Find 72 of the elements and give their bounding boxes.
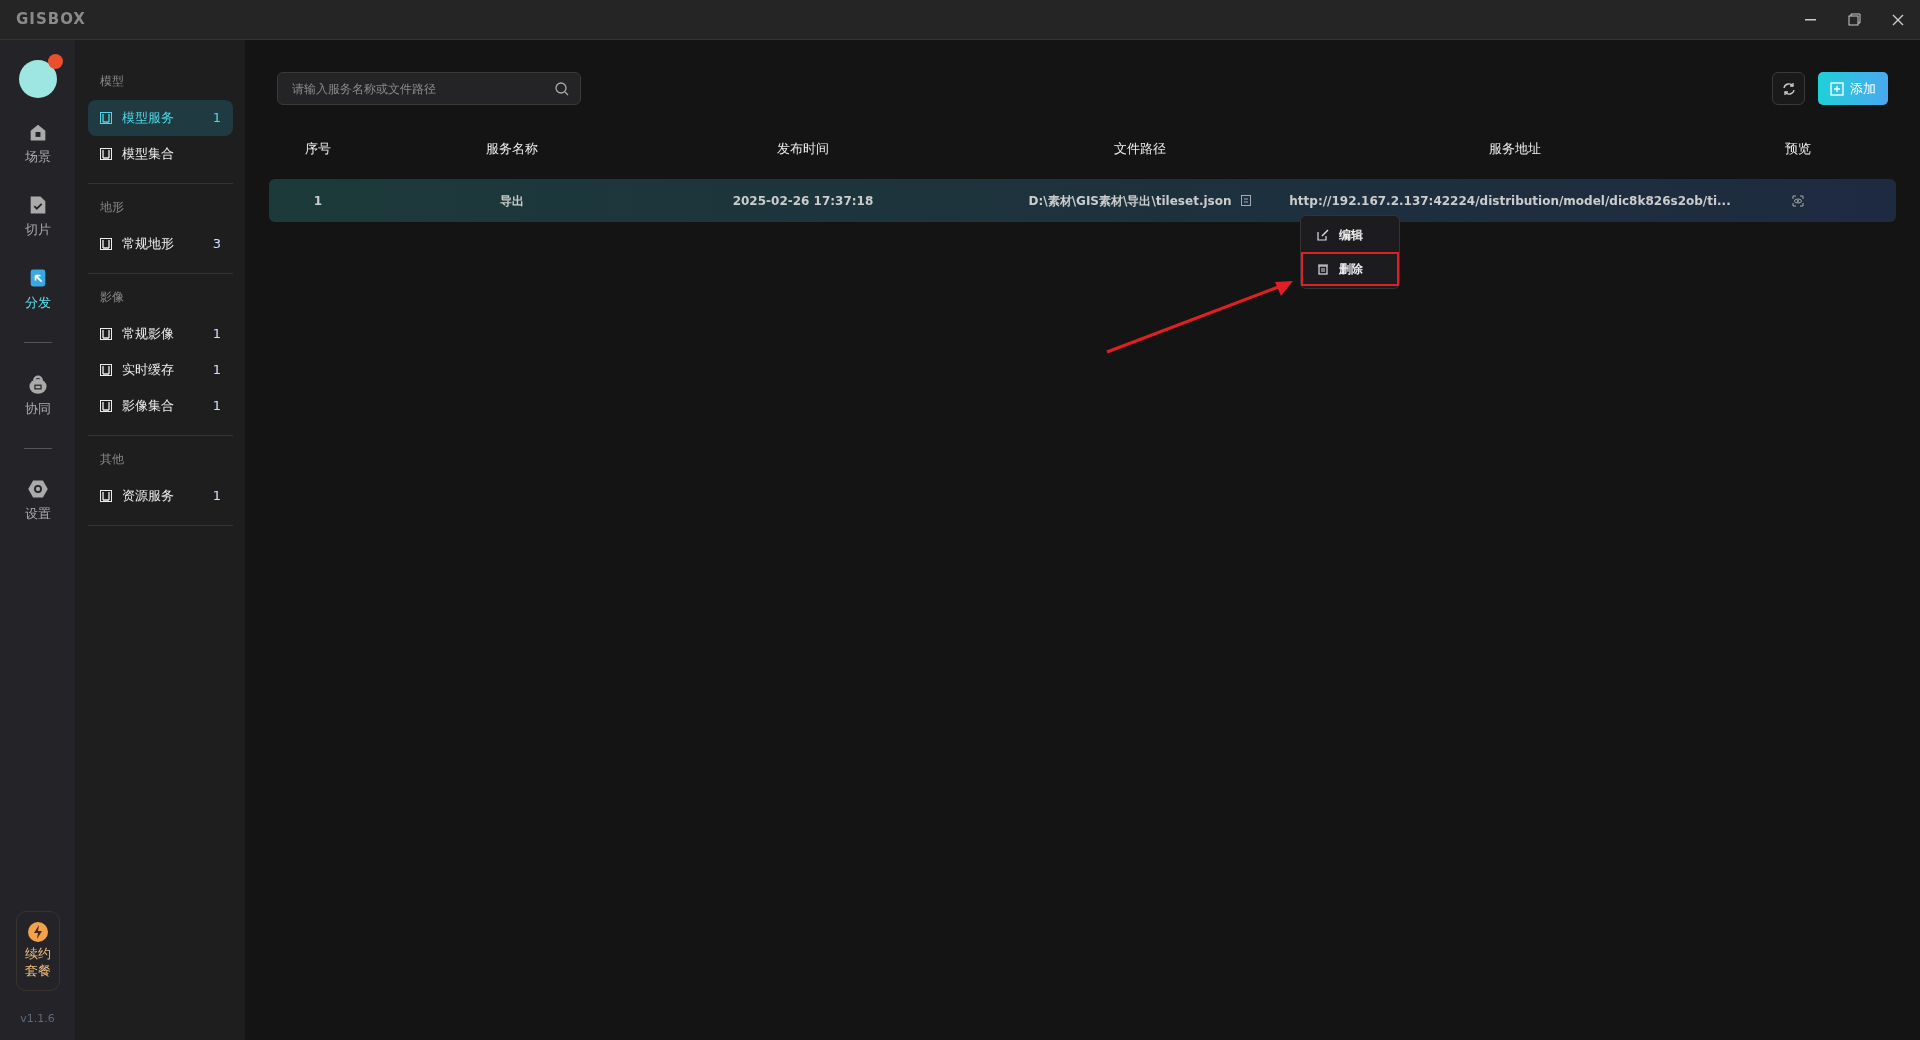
layer-icon <box>100 364 112 376</box>
renew-package-button[interactable]: 续约 套餐 <box>15 910 60 991</box>
sidebar-item[interactable]: 影像集合 1 <box>88 388 233 424</box>
layer-icon <box>100 328 112 340</box>
sidebar-item[interactable]: 模型集合 <box>88 136 233 172</box>
sidebar-item[interactable]: 实时缓存 1 <box>88 352 233 388</box>
trash-icon <box>1317 263 1329 275</box>
item-count: 1 <box>212 325 221 344</box>
item-count: 3 <box>212 235 221 254</box>
table-cell-text: D:\素材\GIS素材\导出\tileset.json <box>1028 192 1232 210</box>
layer-icon <box>100 112 112 124</box>
sidebar-item[interactable]: 模型服务 1 <box>88 100 233 136</box>
sidebar-item[interactable]: 资源服务 1 <box>88 478 233 514</box>
item-label: 实时缓存 <box>122 361 174 380</box>
rail-tab[interactable]: 设置 <box>24 474 51 528</box>
refresh-button[interactable] <box>1772 72 1805 105</box>
column-header: 文件路径 <box>1113 140 1167 159</box>
sidebar-item[interactable]: 常规影像 1 <box>88 316 233 352</box>
rail-label: 设置 <box>24 505 51 523</box>
renew-label: 续约 <box>24 944 51 963</box>
version-label: v1.1.6 <box>20 1010 55 1027</box>
layer-icon <box>100 148 112 160</box>
edit-icon <box>1317 229 1329 241</box>
rail-label: 协同 <box>24 399 51 418</box>
group-title: 其他 <box>99 451 125 468</box>
table-cell-text: 1 <box>312 192 324 210</box>
rail-label: 分发 <box>24 294 51 312</box>
renew-label: 套餐 <box>24 962 51 980</box>
table-row[interactable]: 1 导出 2025-02-26 17:37:18 D:\素材\GIS素材\导出\tileset.json http://192.167.2.137:42224/distribution/model/dic8k826s2ob/ti... <box>269 179 1896 222</box>
item-count: 1 <box>212 487 221 506</box>
item-label: 模型集合 <box>122 145 174 164</box>
copy-icon[interactable] <box>1241 195 1252 206</box>
rail-label: 场景 <box>24 148 51 166</box>
refresh-icon <box>1781 81 1796 96</box>
table-cell-text: 2025-02-26 17:37:18 <box>731 192 875 210</box>
column-header: 预览 <box>1783 140 1812 159</box>
group-title: 模型 <box>99 73 125 90</box>
item-label: 常规地形 <box>122 235 174 254</box>
layer-icon <box>100 238 112 250</box>
table-cell-text: 导出 <box>499 192 525 210</box>
layer-icon <box>100 400 112 412</box>
item-count: 1 <box>212 361 221 380</box>
item-count: 1 <box>212 397 221 416</box>
rail-tab[interactable]: 分发 <box>24 263 51 317</box>
app-logo: GISBOX <box>16 9 86 31</box>
item-label: 常规影像 <box>122 325 174 344</box>
table-cell-text: http://192.167.2.137:42224/distribution/model/dic8k826s2ob/ti... <box>1289 192 1731 210</box>
preview-icon[interactable] <box>1791 194 1804 207</box>
rail-tab[interactable]: 切片 <box>24 190 51 244</box>
column-header: 发布时间 <box>776 140 830 159</box>
layer-icon <box>100 490 112 502</box>
group-title: 影像 <box>99 289 125 306</box>
menu-item[interactable]: 删除 <box>1301 252 1399 286</box>
search-icon[interactable] <box>555 82 569 96</box>
sidebar-item[interactable]: 常规地形 3 <box>88 226 233 262</box>
notification-badge <box>47 53 63 69</box>
group-title: 地形 <box>99 199 125 216</box>
item-label: 影像集合 <box>122 397 174 416</box>
plus-square-icon <box>1830 81 1844 96</box>
column-header: 服务地址 <box>1488 140 1542 159</box>
item-label: 模型服务 <box>122 109 174 128</box>
avatar[interactable] <box>18 59 57 98</box>
column-header: 序号 <box>304 140 332 159</box>
settings-icon <box>26 478 49 500</box>
item-label: 资源服务 <box>122 487 174 506</box>
rail-tab[interactable]: 场景 <box>24 117 51 171</box>
rail-tab[interactable]: 协同 <box>24 368 51 422</box>
lightning-icon <box>27 921 48 942</box>
item-count: 1 <box>212 109 221 128</box>
column-header: 服务名称 <box>485 140 539 159</box>
search-field[interactable]: 请输入服务名称或文件路径 <box>277 72 581 105</box>
rail-label: 切片 <box>24 221 51 239</box>
